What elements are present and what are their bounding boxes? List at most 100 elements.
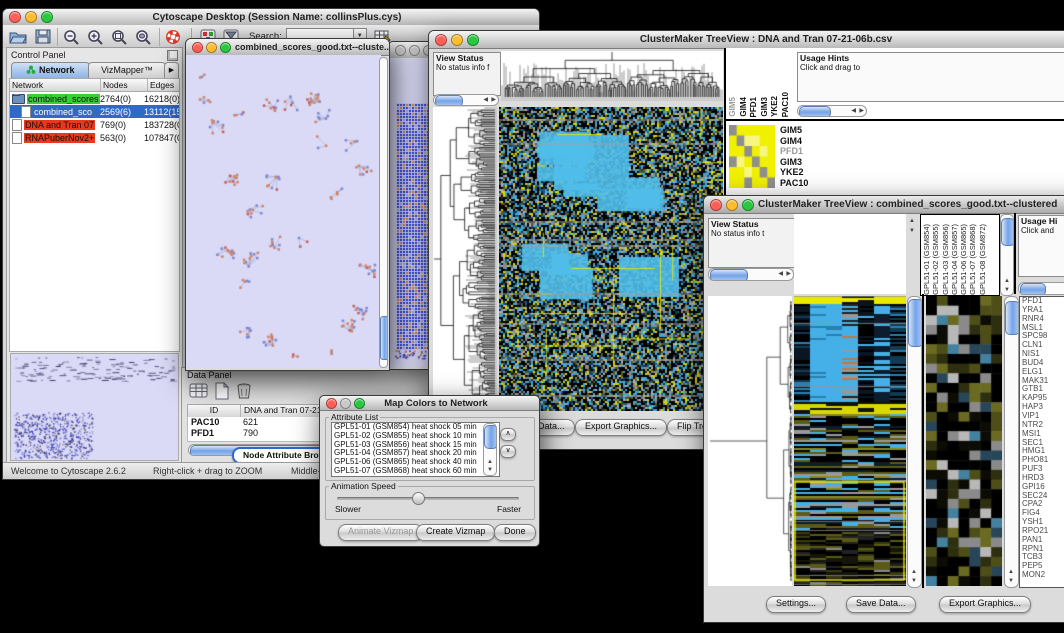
network-canvas[interactable] [186, 55, 381, 368]
scroll-right-icon[interactable]: ▶ [491, 97, 496, 103]
animation-slider-thumb[interactable] [412, 492, 425, 505]
gene-label[interactable]: TCB3 [1022, 553, 1064, 562]
attribute-item[interactable]: GPL51-06 (GSM865) heat shock 40 min [334, 458, 499, 467]
gene-label[interactable]: MON2 [1022, 571, 1064, 580]
gene-label[interactable]: MSI1 [1022, 430, 1064, 439]
minimize-button[interactable] [409, 45, 420, 56]
animation-slider-track[interactable] [337, 497, 519, 500]
gene-label[interactable]: PHO81 [1022, 456, 1064, 465]
network-row[interactable]: DNA and Tran 07 769(0) 183728(0) [10, 118, 179, 131]
row-gene-label[interactable]: GIM4 [780, 136, 840, 147]
gene-label[interactable]: PFD1 [1022, 297, 1064, 306]
gene-label[interactable]: HRD3 [1022, 474, 1064, 483]
treeview1-titlebar[interactable]: ClusterMaker TreeView : DNA and Tran 07-… [429, 31, 1064, 49]
attribute-item[interactable]: GPL51-03 (GSM856) heat shock 15 min [334, 441, 499, 450]
treeview2-save-data-button[interactable]: Save Data... [846, 596, 916, 613]
treeview1-export-graphics-button[interactable]: Export Graphics... [575, 419, 667, 436]
gene-label[interactable]: RPN1 [1022, 545, 1064, 554]
scroll-thumb[interactable] [1020, 283, 1046, 295]
network-row[interactable]: combined_sco 2569(6) 13112(15) [10, 105, 179, 118]
scroll-down-icon[interactable]: ▼ [909, 228, 915, 234]
gene-label[interactable]: HAP3 [1022, 403, 1064, 412]
attribute-select-icon[interactable] [189, 382, 209, 400]
treeview2-status-hscrollbar[interactable]: ◀ ▶ [708, 268, 794, 281]
close-button[interactable] [395, 45, 406, 56]
main-titlebar[interactable]: Cytoscape Desktop (Session Name: collins… [3, 9, 539, 26]
dialog-titlebar[interactable]: Map Colors to Network [320, 396, 539, 411]
tab-network[interactable]: Network [11, 62, 90, 79]
scroll-down-icon[interactable]: ▼ [487, 467, 493, 473]
row-gene-label[interactable]: GIM3 [780, 157, 840, 168]
scroll-up-icon[interactable]: ▲ [487, 459, 493, 465]
minimize-button[interactable] [25, 11, 37, 23]
treeview1-column-dendrogram[interactable] [501, 51, 723, 101]
row-gene-label[interactable]: PFD1 [780, 146, 840, 157]
close-button[interactable] [9, 11, 21, 23]
array-column-label[interactable]: GPL51-04 (GSM857) [950, 224, 959, 295]
array-column-label[interactable]: GPL51-01 (GSM854) [922, 224, 931, 295]
help-lifesaver-icon[interactable] [164, 28, 184, 46]
gene-label[interactable]: FIG4 [1022, 509, 1064, 518]
attribute-item[interactable]: GPL51-01 (GSM854) heat shock 05 min [334, 423, 499, 432]
zoom-button[interactable] [354, 398, 365, 409]
gene-label[interactable]: NIS1 [1022, 350, 1064, 359]
column-gene-label[interactable]: GIM3 [760, 97, 771, 117]
scroll-up-icon[interactable]: ▲ [911, 569, 917, 575]
network-row[interactable]: combined_scores 2764(0) 16218(0) [10, 92, 179, 105]
animate-vizmap-button[interactable]: Animate Vizmap [338, 524, 423, 541]
scroll-up-icon[interactable]: ▲ [1004, 278, 1010, 284]
row-gene-label[interactable]: GIM5 [780, 125, 840, 136]
column-gene-label[interactable]: GIM5 [728, 97, 739, 117]
float-panel-icon[interactable] [167, 50, 178, 61]
treeview2-titlebar[interactable]: ClusterMaker TreeView : combined_scores_… [704, 196, 1064, 214]
zoom-button[interactable] [41, 11, 53, 23]
gene-label[interactable]: YSH1 [1022, 518, 1064, 527]
scroll-thumb[interactable] [799, 106, 831, 117]
attribute-vscrollbar[interactable]: ▲ ▼ [483, 423, 497, 476]
column-gene-label[interactable]: PFD1 [749, 97, 760, 117]
zoom-out-icon[interactable] [62, 28, 83, 46]
gene-label[interactable]: HMG1 [1022, 447, 1064, 456]
treeview1-row-dendrogram[interactable] [433, 107, 497, 411]
gene-label[interactable]: CPA2 [1022, 500, 1064, 509]
scroll-thumb[interactable] [484, 425, 497, 449]
scroll-thumb[interactable] [1005, 301, 1019, 335]
create-vizmap-button[interactable]: Create Vizmap [416, 524, 495, 541]
gene-label[interactable]: PEP5 [1022, 562, 1064, 571]
gene-label[interactable]: PUF3 [1022, 465, 1064, 474]
gene-label[interactable]: SPC98 [1022, 332, 1064, 341]
gene-label[interactable]: CLN1 [1022, 341, 1064, 350]
treeview2-zoom-heatmap[interactable] [926, 296, 1002, 586]
zoom-button[interactable] [220, 42, 231, 53]
scroll-up-icon[interactable]: ▲ [1008, 569, 1014, 575]
attribute-item[interactable]: GPL51-07 (GSM868) heat shock 60 min [334, 467, 499, 476]
gene-label[interactable]: YRA1 [1022, 306, 1064, 315]
scroll-left-icon[interactable]: ◀ [483, 97, 488, 103]
array-column-label[interactable]: GPL51-03 (GSM856) [941, 224, 950, 295]
scroll-thumb[interactable] [908, 299, 922, 347]
gene-label[interactable]: RPO21 [1022, 527, 1064, 536]
gene-label[interactable]: MAK31 [1022, 377, 1064, 386]
gene-label[interactable]: NTR2 [1022, 421, 1064, 430]
scroll-left-icon[interactable]: ◀ [851, 108, 856, 114]
gene-label[interactable]: GTB1 [1022, 385, 1064, 394]
zoom-selected-icon[interactable] [110, 28, 131, 46]
array-column-label[interactable]: GPL51-07 (GSM868) [968, 224, 977, 295]
zoom-in-icon[interactable] [86, 28, 107, 46]
gene-label[interactable]: GPI16 [1022, 483, 1064, 492]
close-button[interactable] [192, 42, 203, 53]
gene-label[interactable]: VIP1 [1022, 412, 1064, 421]
minimize-button[interactable] [206, 42, 217, 53]
delete-attribute-trash-icon[interactable] [235, 382, 253, 400]
row-gene-label[interactable]: PAC10 [780, 178, 840, 189]
row-gene-label[interactable]: YKE2 [780, 167, 840, 178]
column-gene-label[interactable]: PAC10 [781, 92, 792, 117]
treeview2-heatmap-vscrollbar[interactable]: ▲ ▼ [907, 296, 922, 588]
move-down-button[interactable]: ∨ [500, 445, 516, 458]
scroll-right-icon[interactable]: ▶ [859, 108, 864, 114]
done-button[interactable]: Done [494, 524, 536, 541]
scroll-right-icon[interactable]: ▶ [786, 271, 791, 277]
treeview2-hints-hscrollbar[interactable] [1018, 282, 1064, 295]
zoom-button[interactable] [467, 34, 479, 46]
new-attribute-icon[interactable] [213, 382, 231, 400]
